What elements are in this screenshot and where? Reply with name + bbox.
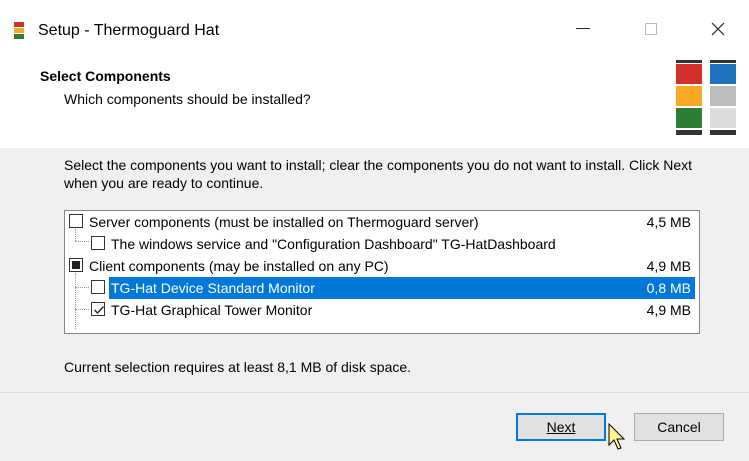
close-icon	[711, 22, 725, 36]
client-components-checkbox[interactable]	[69, 258, 83, 272]
mouse-cursor-icon	[608, 423, 626, 450]
next-button[interactable]: Next	[516, 413, 606, 441]
selection-highlight: TG-Hat Device Standard Monitor 0,8 MB	[109, 277, 695, 299]
list-item[interactable]: TG-Hat Device Standard Monitor 0,8 MB	[65, 277, 695, 299]
server-components-checkbox[interactable]	[69, 214, 83, 228]
item-label: The windows service and "Configuration D…	[111, 236, 556, 252]
signal-towers-icon	[676, 60, 736, 135]
standard-monitor-checkbox[interactable]	[91, 280, 105, 294]
list-item[interactable]: Client components (may be installed on a…	[65, 255, 695, 277]
instructions-text: Select the components you want to instal…	[64, 157, 692, 191]
wizard-body: Select the components you want to instal…	[0, 148, 749, 392]
wizard-footer: Next Cancel	[0, 392, 749, 461]
list-item[interactable]: Server components (must be installed on …	[65, 211, 695, 233]
next-label: Next	[546, 419, 576, 435]
close-button[interactable]	[695, 8, 741, 50]
cancel-button[interactable]: Cancel	[634, 413, 724, 441]
minimize-icon	[576, 28, 590, 29]
page-title: Select Components	[40, 68, 171, 84]
item-label: Server components (must be installed on …	[89, 214, 479, 230]
list-item[interactable]: TG-Hat Graphical Tower Monitor 4,9 MB	[65, 299, 695, 321]
graphical-tower-monitor-checkbox[interactable]	[91, 302, 105, 316]
item-size: 4,9 MB	[646, 302, 691, 318]
minimize-button[interactable]	[560, 8, 606, 50]
item-size: 4,9 MB	[646, 258, 691, 274]
window-title: Setup - Thermoguard Hat	[38, 22, 220, 39]
title-bar: Setup - Thermoguard Hat	[0, 0, 749, 58]
windows-service-checkbox[interactable]	[91, 236, 105, 250]
page-subtitle: Which components should be installed?	[64, 91, 311, 107]
item-label: Client components (may be installed on a…	[89, 258, 389, 274]
item-size: 4,5 MB	[646, 214, 691, 230]
wizard-header: Select Components Which components shoul…	[0, 58, 749, 148]
checkmark-icon	[94, 306, 105, 315]
maximize-button	[628, 8, 674, 50]
components-list[interactable]: Server components (must be installed on …	[64, 210, 700, 334]
setup-icon	[14, 22, 24, 44]
list-item[interactable]: The windows service and "Configuration D…	[65, 233, 695, 255]
maximize-icon	[645, 23, 657, 35]
item-label: TG-Hat Device Standard Monitor	[111, 280, 315, 296]
disk-space-status: Current selection requires at least 8,1 …	[64, 359, 412, 375]
cancel-label: Cancel	[657, 419, 701, 435]
item-label: TG-Hat Graphical Tower Monitor	[111, 302, 313, 318]
item-size: 0,8 MB	[646, 280, 691, 296]
